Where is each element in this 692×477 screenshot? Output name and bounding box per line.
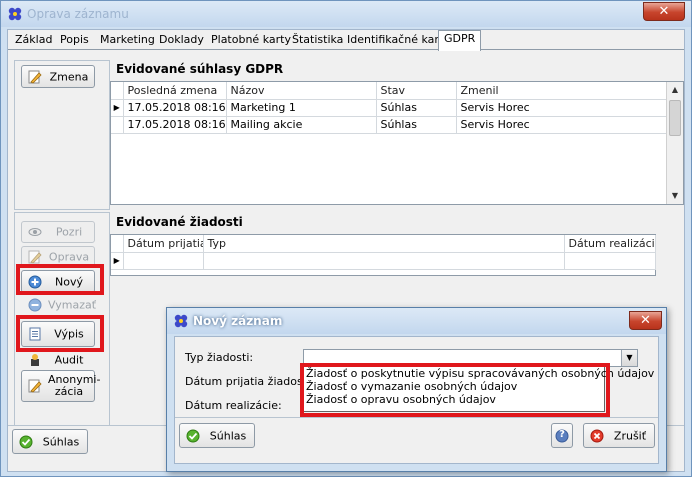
- requests-title: Evidované žiadosti: [116, 215, 243, 229]
- window-close-button[interactable]: ✕: [643, 2, 685, 21]
- cell-by: Servis Horec: [456, 99, 668, 117]
- tab-platobne-karty[interactable]: Platobné karty: [206, 32, 296, 50]
- audit-label: Audit: [54, 353, 84, 367]
- help-button[interactable]: ?: [551, 423, 573, 448]
- anonymizacia-label: Anonymi-zácia: [48, 374, 100, 398]
- requests-col-header[interactable]: Typ: [203, 235, 565, 253]
- tab-doklady[interactable]: Doklady: [154, 32, 209, 50]
- title-bar[interactable]: Oprava záznamu ✕: [1, 1, 691, 27]
- cell-realized: [564, 252, 656, 270]
- suhlas-button[interactable]: Súhlas: [12, 429, 88, 454]
- chevron-down-icon[interactable]: ▼: [621, 350, 637, 366]
- scroll-down-icon[interactable]: ▼: [667, 188, 683, 204]
- cancel-icon: [590, 429, 604, 442]
- dialog-button-bar: Súhlas ? Zrušiť: [175, 417, 658, 463]
- highlight-dropdown: [300, 363, 610, 417]
- zrusit-label: Zrušiť: [613, 429, 647, 442]
- tab-gdpr[interactable]: GDPR: [438, 30, 482, 51]
- check-circle-icon: [19, 435, 33, 448]
- window-title: Oprava záznamu: [27, 7, 129, 21]
- table-row[interactable]: ▶: [111, 252, 656, 270]
- anonymizacia-line-2: zácia: [54, 385, 84, 398]
- requests-grid[interactable]: Dátum prijatia Typ Dátum realizácie ▶: [110, 234, 656, 276]
- highlight-vypis: [16, 315, 104, 352]
- new-record-dialog: Nový záznam ✕ Typ žiadosti: ▼ Dátum prij…: [166, 307, 667, 472]
- app-icon: [174, 314, 188, 328]
- close-icon: ✕: [640, 313, 651, 328]
- scroll-up-icon[interactable]: ▲: [667, 82, 683, 98]
- help-glyph: ?: [559, 429, 565, 440]
- tab-marketing[interactable]: Marketing: [95, 32, 160, 50]
- cell-name: Mailing akcie: [226, 116, 377, 134]
- row-indicator: [111, 116, 124, 134]
- cell-status: Súhlas: [376, 116, 457, 134]
- zmena-label: Zmena: [49, 70, 89, 83]
- tab-zaklad[interactable]: Základ: [10, 32, 57, 50]
- consents-header-indicator: [111, 82, 124, 100]
- pozri-button[interactable]: Pozri: [21, 221, 95, 243]
- audit-button[interactable]: Audit: [21, 351, 95, 369]
- received-date-label: Dátum prijatia žiadosti:: [185, 375, 314, 388]
- current-row-arrow-icon: ▶: [111, 99, 124, 117]
- dialog-title: Nový záznam: [193, 314, 283, 328]
- check-circle-icon: [186, 429, 200, 442]
- consents-title: Evidované súhlasy GDPR: [116, 62, 284, 76]
- anonymizacia-button[interactable]: Anonymi-zácia: [21, 370, 100, 402]
- cell-name: Marketing 1: [226, 99, 377, 117]
- audit-icon: [31, 354, 39, 366]
- scroll-thumb[interactable]: [669, 100, 681, 136]
- app-icon: [8, 7, 22, 21]
- requests-header-indicator: [111, 235, 124, 253]
- consents-col-header[interactable]: Názov: [226, 82, 377, 100]
- cell-date: 17.05.2018 08:16: [123, 116, 227, 134]
- current-row-arrow-icon: ▶: [111, 252, 124, 270]
- minus-circle-icon: [28, 298, 42, 312]
- cell-status: Súhlas: [376, 99, 457, 117]
- dialog-suhlas-button[interactable]: Súhlas: [179, 423, 255, 448]
- vymazat-button[interactable]: Vymazať: [21, 295, 97, 315]
- consents-col-header[interactable]: Zmenil: [456, 82, 668, 100]
- consents-col-header[interactable]: Posledná zmena: [123, 82, 227, 100]
- consents-scrollbar[interactable]: ▲ ▼: [666, 82, 683, 204]
- anonymize-icon: [28, 379, 42, 393]
- oprava-label: Oprava: [48, 250, 90, 264]
- left-top-panel: Zmena: [14, 60, 110, 210]
- dialog-suhlas-label: Súhlas: [209, 429, 247, 442]
- eye-icon: [28, 228, 42, 236]
- cell-received: [123, 252, 204, 270]
- requests-col-header[interactable]: Dátum realizácie: [564, 235, 656, 253]
- tab-statistika[interactable]: Štatistika: [287, 32, 348, 50]
- consents-col-header[interactable]: Stav: [376, 82, 457, 100]
- tab-popis[interactable]: Popis: [55, 32, 94, 50]
- dialog-title-bar[interactable]: Nový záznam ✕: [167, 308, 666, 334]
- table-row[interactable]: ▶ 17.05.2018 08:16 Marketing 1 Súhlas Se…: [111, 99, 668, 117]
- cell-date: 17.05.2018 08:16: [123, 99, 227, 117]
- zmena-button[interactable]: Zmena: [21, 65, 95, 88]
- vymazat-label: Vymazať: [48, 298, 97, 312]
- realized-date-label: Dátum realizácie:: [185, 399, 282, 412]
- table-row[interactable]: 17.05.2018 08:16 Mailing akcie Súhlas Se…: [111, 116, 668, 134]
- requests-col-header[interactable]: Dátum prijatia: [123, 235, 204, 253]
- close-icon: ✕: [658, 4, 670, 19]
- cell-by: Servis Horec: [456, 116, 668, 134]
- type-label: Typ žiadosti:: [185, 351, 254, 364]
- cell-type: [203, 252, 565, 270]
- dialog-close-button[interactable]: ✕: [629, 311, 662, 330]
- consents-grid[interactable]: Posledná zmena Názov Stav Zmenil ▶ 17.05…: [110, 81, 684, 205]
- pencil-icon: [28, 70, 42, 83]
- tab-strip: Základ Popis Marketing Doklady Platobné …: [8, 30, 684, 51]
- suhlas-label: Súhlas: [42, 435, 80, 448]
- highlight-novy: [16, 264, 104, 295]
- zrusit-button[interactable]: Zrušiť: [583, 423, 655, 448]
- pozri-label: Pozri: [55, 225, 83, 239]
- pencil-icon: [28, 250, 42, 264]
